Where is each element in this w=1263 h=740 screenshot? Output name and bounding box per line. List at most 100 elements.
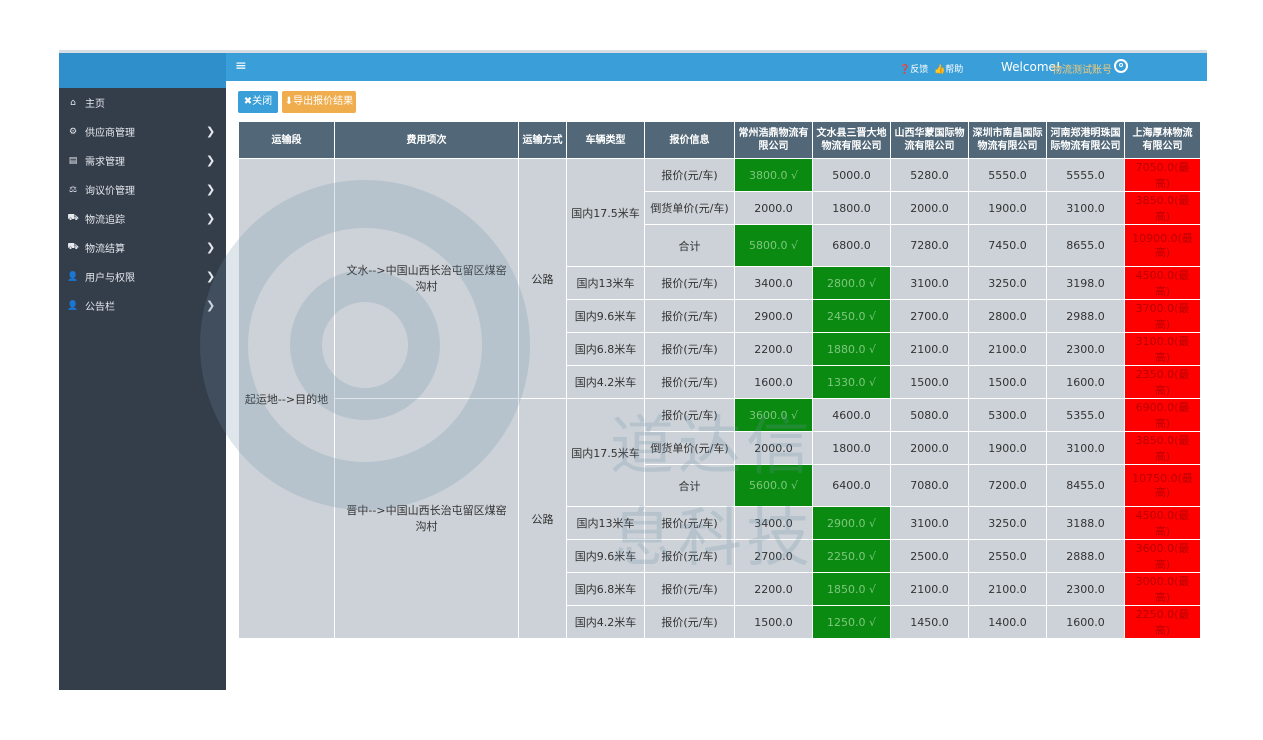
quote-info-cell: 报价(元/车) bbox=[644, 605, 735, 639]
chevron-right-icon: ❯ bbox=[206, 299, 216, 312]
quote-info-cell: 报价(元/车) bbox=[644, 506, 735, 540]
lowest-quote-cell: 1330.0 √ bbox=[812, 365, 891, 399]
sidebar-item-icon: ▤ bbox=[68, 155, 78, 166]
quote-cell: 5555.0 bbox=[1046, 158, 1125, 192]
quote-cell: 5080.0 bbox=[890, 398, 969, 432]
vehicle-type-cell: 国内4.2米车 bbox=[566, 365, 645, 399]
column-header: 文水县三晋大地物流有限公司 bbox=[812, 121, 891, 159]
lowest-quote-cell: 2900.0 √ bbox=[812, 506, 891, 540]
quote-cell: 3100.0 bbox=[1046, 431, 1125, 465]
quote-cell: 3198.0 bbox=[1046, 266, 1125, 300]
sidebar-item-2[interactable]: ▤ 需求管理 ❯ bbox=[59, 146, 226, 175]
highest-quote-cell: 3100.0(最高) bbox=[1124, 332, 1201, 366]
quote-cell: 2900.0 bbox=[734, 299, 813, 333]
sidebar-item-3[interactable]: ⚖ 询议价管理 ❯ bbox=[59, 175, 226, 204]
lowest-quote-cell: 1880.0 √ bbox=[812, 332, 891, 366]
quote-cell: 7080.0 bbox=[890, 464, 969, 507]
quote-info-cell: 报价(元/车) bbox=[644, 332, 735, 366]
quote-cell: 3188.0 bbox=[1046, 506, 1125, 540]
sidebar-item-1[interactable]: ⚙ 供应商管理 ❯ bbox=[59, 117, 226, 146]
quote-cell: 2000.0 bbox=[890, 431, 969, 465]
sidebar-item-7[interactable]: 👤 公告栏 ❯ bbox=[59, 291, 226, 320]
route-cell: 文水-->中国山西长治屯留区煤窑沟村 bbox=[334, 158, 519, 399]
highest-quote-cell: 3850.0(最高) bbox=[1124, 191, 1201, 225]
lowest-quote-cell: 1250.0 √ bbox=[812, 605, 891, 639]
feedback-link[interactable]: ❓反馈 bbox=[899, 62, 928, 75]
menu-icon[interactable]: ≡ bbox=[235, 58, 247, 74]
user-avatar-icon[interactable] bbox=[1114, 59, 1128, 73]
sidebar-item-6[interactable]: 👤 用户与权限 ❯ bbox=[59, 262, 226, 291]
export-quote-button[interactable]: ⬇导出报价结果 bbox=[282, 91, 356, 113]
sidebar-item-0[interactable]: ⌂ 主页 bbox=[59, 88, 226, 117]
lowest-quote-cell: 1850.0 √ bbox=[812, 572, 891, 606]
username[interactable]: 物流测试账号 bbox=[1052, 61, 1112, 76]
help-link[interactable]: 👍帮助 bbox=[934, 62, 963, 75]
column-header: 运输方式 bbox=[518, 121, 567, 159]
sidebar-item-label: 供应商管理 bbox=[85, 128, 135, 139]
quote-cell: 2800.0 bbox=[968, 299, 1047, 333]
column-header: 车辆类型 bbox=[566, 121, 645, 159]
chevron-right-icon: ❯ bbox=[206, 270, 216, 283]
highest-quote-cell: 10750.0(最高) bbox=[1124, 464, 1201, 507]
quote-cell: 3400.0 bbox=[734, 266, 813, 300]
quote-cell: 1500.0 bbox=[734, 605, 813, 639]
highest-quote-cell: 7050.0(最高) bbox=[1124, 158, 1201, 192]
sidebar-item-label: 询议价管理 bbox=[85, 186, 135, 197]
lowest-quote-cell: 2250.0 √ bbox=[812, 539, 891, 573]
sidebar-item-icon: ⛟ bbox=[67, 242, 79, 252]
transport-mode-cell: 公路 bbox=[518, 158, 567, 399]
highest-quote-cell: 10900.0(最高) bbox=[1124, 224, 1201, 267]
sidebar-item-label: 用户与权限 bbox=[85, 273, 135, 284]
quote-cell: 2100.0 bbox=[890, 572, 969, 606]
chevron-right-icon: ❯ bbox=[206, 212, 216, 225]
column-header: 报价信息 bbox=[644, 121, 735, 159]
quote-cell: 3250.0 bbox=[968, 266, 1047, 300]
lowest-quote-cell: 5600.0 √ bbox=[734, 464, 813, 507]
highest-quote-cell: 6900.0(最高) bbox=[1124, 398, 1201, 432]
quote-cell: 2700.0 bbox=[734, 539, 813, 573]
lowest-quote-cell: 3600.0 √ bbox=[734, 398, 813, 432]
sidebar-item-4[interactable]: ⛟ 物流追踪 ❯ bbox=[59, 204, 226, 233]
close-button[interactable]: ✖关闭 bbox=[238, 91, 278, 113]
quote-info-cell: 报价(元/车) bbox=[644, 266, 735, 300]
quote-info-cell: 倒货单价(元/车) bbox=[644, 191, 735, 225]
quote-comparison-table: 运输段 费用项次 运输方式 车辆类型 报价信息 常州浩鼎物流有限公司 文水县三晋大地物流有限… bbox=[238, 121, 1201, 639]
top-header: ≡ ❓反馈 👍帮助 Welcome! 物流测试账号 bbox=[226, 53, 1207, 81]
quote-cell: 1400.0 bbox=[968, 605, 1047, 639]
sidebar-item-5[interactable]: ⛟ 物流结算 ❯ bbox=[59, 233, 226, 262]
vehicle-type-cell: 国内13米车 bbox=[566, 266, 645, 300]
quote-cell: 2700.0 bbox=[890, 299, 969, 333]
quote-info-cell: 报价(元/车) bbox=[644, 539, 735, 573]
quote-info-cell: 报价(元/车) bbox=[644, 299, 735, 333]
sidebar: ⌂ 主页 ⚙ 供应商管理 ❯ ▤ 需求管理 ❯ ⚖ 询议价管理 ❯ ⛟ 物流追踪 ❯ ⛟ 物流结算 ❯ 👤 用户与权… bbox=[59, 88, 226, 690]
vehicle-type-cell: 国内9.6米车 bbox=[566, 299, 645, 333]
column-header: 费用项次 bbox=[334, 121, 519, 159]
quote-cell: 7280.0 bbox=[890, 224, 969, 267]
column-header: 常州浩鼎物流有限公司 bbox=[734, 121, 813, 159]
quote-cell: 2888.0 bbox=[1046, 539, 1125, 573]
quote-cell: 2988.0 bbox=[1046, 299, 1125, 333]
quote-cell: 2000.0 bbox=[890, 191, 969, 225]
quote-cell: 1600.0 bbox=[1046, 605, 1125, 639]
quote-cell: 3250.0 bbox=[968, 506, 1047, 540]
quote-cell: 1500.0 bbox=[890, 365, 969, 399]
quote-cell: 1450.0 bbox=[890, 605, 969, 639]
lowest-quote-cell: 2450.0 √ bbox=[812, 299, 891, 333]
vehicle-type-cell: 国内6.8米车 bbox=[566, 332, 645, 366]
quote-cell: 2200.0 bbox=[734, 332, 813, 366]
vehicle-type-cell: 国内13米车 bbox=[566, 506, 645, 540]
quote-cell: 1600.0 bbox=[1046, 365, 1125, 399]
highest-quote-cell: 2350.0(最高) bbox=[1124, 365, 1201, 399]
quote-cell: 2500.0 bbox=[890, 539, 969, 573]
vehicle-type-cell: 国内9.6米车 bbox=[566, 539, 645, 573]
vehicle-type-cell: 国内6.8米车 bbox=[566, 572, 645, 606]
highest-quote-cell: 4500.0(最高) bbox=[1124, 266, 1201, 300]
quote-info-cell: 倒货单价(元/车) bbox=[644, 431, 735, 465]
quote-cell: 5300.0 bbox=[968, 398, 1047, 432]
quote-cell: 2300.0 bbox=[1046, 572, 1125, 606]
quote-cell: 2100.0 bbox=[968, 332, 1047, 366]
segment-cell: 起运地-->目的地 bbox=[238, 158, 335, 639]
lowest-quote-cell: 2800.0 √ bbox=[812, 266, 891, 300]
column-header: 上海厚林物流有限公司 bbox=[1124, 121, 1201, 159]
quote-cell: 5355.0 bbox=[1046, 398, 1125, 432]
